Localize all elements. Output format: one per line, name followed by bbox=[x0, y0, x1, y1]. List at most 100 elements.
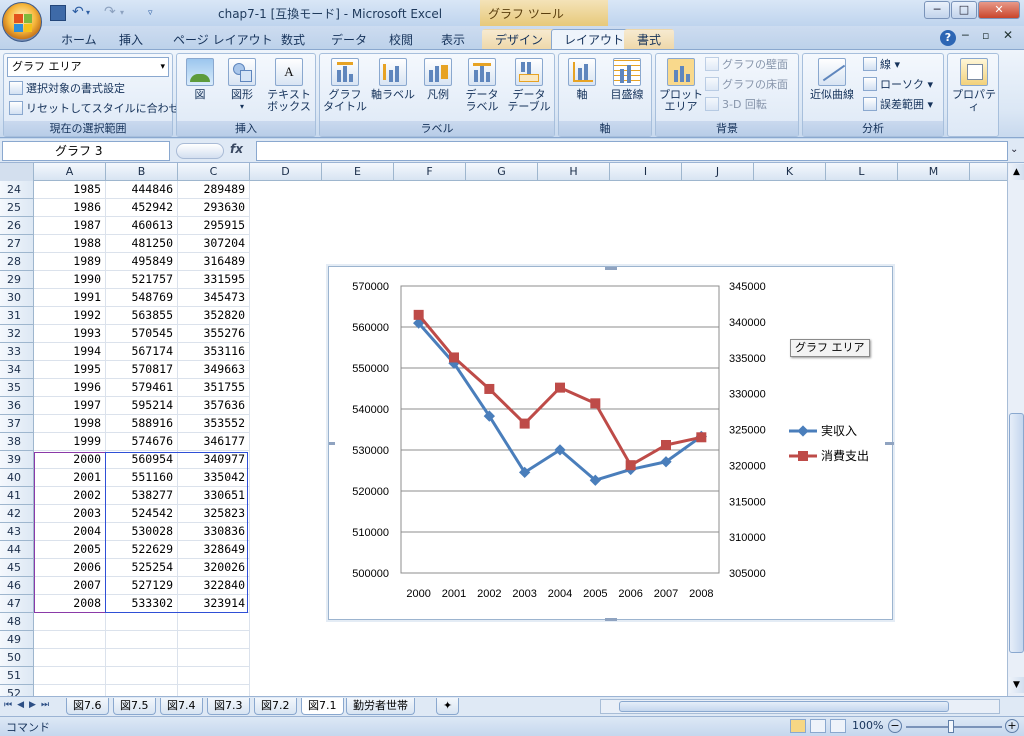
name-box[interactable]: グラフ 3 bbox=[2, 141, 170, 161]
cell-c[interactable]: 352820 bbox=[178, 307, 250, 325]
row-header[interactable]: 36 bbox=[0, 397, 34, 415]
office-button[interactable] bbox=[2, 2, 42, 42]
tab-formulas[interactable]: 数式 bbox=[268, 29, 318, 50]
cell-c[interactable]: 353552 bbox=[178, 415, 250, 433]
axis-titles-button[interactable]: 軸ラベル bbox=[370, 58, 416, 101]
scroll-thumb[interactable] bbox=[1009, 413, 1024, 653]
cell-a[interactable]: 1999 bbox=[34, 433, 106, 451]
row-header[interactable]: 45 bbox=[0, 559, 34, 577]
cell-a[interactable]: 1994 bbox=[34, 343, 106, 361]
row-header[interactable]: 42 bbox=[0, 505, 34, 523]
cell-b[interactable] bbox=[106, 631, 178, 649]
customize-qat-icon[interactable]: ▿ bbox=[148, 5, 164, 21]
row-header[interactable]: 30 bbox=[0, 289, 34, 307]
cell-b[interactable] bbox=[106, 649, 178, 667]
sheet-nav-icons[interactable]: ⏮◀▶⏭ bbox=[4, 700, 54, 710]
cell-a[interactable] bbox=[34, 685, 106, 696]
tab-home[interactable]: ホーム bbox=[48, 29, 110, 50]
column-header[interactable]: D bbox=[250, 163, 322, 181]
lines-button[interactable]: 線 ▾ bbox=[863, 56, 900, 74]
textbox-button[interactable]: A テキスト ボックス bbox=[265, 58, 313, 113]
row-header[interactable]: 28 bbox=[0, 253, 34, 271]
cell-c[interactable]: 346177 bbox=[178, 433, 250, 451]
workbook-close-icon[interactable]: ✕ bbox=[1003, 28, 1013, 42]
cell-b[interactable] bbox=[106, 685, 178, 696]
cell-a[interactable]: 1998 bbox=[34, 415, 106, 433]
cell-b[interactable]: 588916 bbox=[106, 415, 178, 433]
format-selection-button[interactable]: 選択対象の書式設定 bbox=[9, 80, 125, 98]
cell-c[interactable] bbox=[178, 649, 250, 667]
column-header[interactable]: H bbox=[538, 163, 610, 181]
axes-button[interactable]: 軸 bbox=[563, 58, 601, 101]
row-header[interactable]: 24 bbox=[0, 181, 34, 199]
cell-a[interactable]: 1991 bbox=[34, 289, 106, 307]
cell-b[interactable]: 460613 bbox=[106, 217, 178, 235]
row-header[interactable]: 49 bbox=[0, 631, 34, 649]
cell-c[interactable]: 293630 bbox=[178, 199, 250, 217]
cell-b[interactable]: 563855 bbox=[106, 307, 178, 325]
zoom-out-icon[interactable]: − bbox=[888, 719, 902, 733]
cell-c[interactable] bbox=[178, 631, 250, 649]
column-header[interactable]: F bbox=[394, 163, 466, 181]
row-header[interactable]: 44 bbox=[0, 541, 34, 559]
cell-a[interactable]: 1987 bbox=[34, 217, 106, 235]
data-table-button[interactable]: データ テーブル bbox=[506, 58, 552, 113]
gridlines-button[interactable]: 目盛線 bbox=[605, 58, 649, 101]
row-header[interactable]: 34 bbox=[0, 361, 34, 379]
redo-icon[interactable]: ↷ bbox=[104, 5, 120, 21]
cell-b[interactable]: 570545 bbox=[106, 325, 178, 343]
cell-c[interactable]: 351755 bbox=[178, 379, 250, 397]
cell-a[interactable]: 1993 bbox=[34, 325, 106, 343]
3d-rotation-button[interactable]: 3-D 回転 bbox=[705, 96, 767, 114]
chart-element-dropdown[interactable]: グラフ エリア ▾ bbox=[7, 57, 169, 77]
tab-data[interactable]: データ bbox=[318, 29, 380, 50]
save-icon[interactable] bbox=[50, 5, 66, 21]
scroll-down-icon[interactable]: ▼ bbox=[1009, 677, 1024, 693]
sheet-tab[interactable]: 図7.4 bbox=[160, 698, 203, 715]
zoom-slider-thumb[interactable] bbox=[948, 720, 954, 733]
column-header[interactable]: M bbox=[898, 163, 970, 181]
cell-b[interactable] bbox=[106, 667, 178, 685]
horizontal-scrollbar[interactable] bbox=[600, 699, 1000, 714]
cell-c[interactable]: 345473 bbox=[178, 289, 250, 307]
row-header[interactable]: 35 bbox=[0, 379, 34, 397]
insert-sheet-icon[interactable]: ✦ bbox=[436, 698, 460, 715]
sheet-tab[interactable]: 勤労者世帯 bbox=[346, 698, 415, 715]
row-header[interactable]: 52 bbox=[0, 685, 34, 696]
minimize-button[interactable]: ─ bbox=[924, 1, 950, 19]
zoom-slider[interactable] bbox=[906, 726, 1002, 728]
row-header[interactable]: 33 bbox=[0, 343, 34, 361]
row-header[interactable]: 29 bbox=[0, 271, 34, 289]
updown-bars-button[interactable]: ローソク ▾ bbox=[863, 76, 933, 94]
cell-b[interactable]: 444846 bbox=[106, 181, 178, 199]
zoom-in-icon[interactable]: + bbox=[1005, 719, 1019, 733]
sheet-tab[interactable]: 図7.1 bbox=[301, 698, 344, 715]
normal-view-icon[interactable] bbox=[790, 719, 806, 733]
data-labels-button[interactable]: データ ラベル bbox=[460, 58, 504, 113]
page-break-view-icon[interactable] bbox=[830, 719, 846, 733]
select-all-button[interactable] bbox=[0, 163, 34, 181]
cell-a[interactable]: 1997 bbox=[34, 397, 106, 415]
row-header[interactable]: 25 bbox=[0, 199, 34, 217]
cell-b[interactable]: 579461 bbox=[106, 379, 178, 397]
cell-c[interactable] bbox=[178, 613, 250, 631]
cell-a[interactable]: 1986 bbox=[34, 199, 106, 217]
restore-button[interactable]: □ bbox=[951, 1, 977, 19]
chart-title-button[interactable]: グラフ タイトル bbox=[322, 58, 368, 113]
cell-c[interactable]: 355276 bbox=[178, 325, 250, 343]
ribbon-minimize-icon[interactable]: ─ bbox=[962, 29, 969, 42]
cell-b[interactable]: 567174 bbox=[106, 343, 178, 361]
cell-a[interactable] bbox=[34, 649, 106, 667]
cell-c[interactable] bbox=[178, 667, 250, 685]
cell-c[interactable]: 349663 bbox=[178, 361, 250, 379]
column-header[interactable]: I bbox=[610, 163, 682, 181]
sheet-tab[interactable]: 図7.3 bbox=[207, 698, 250, 715]
cell-a[interactable]: 1996 bbox=[34, 379, 106, 397]
workbook-restore-icon[interactable]: ▫ bbox=[982, 29, 989, 42]
cell-c[interactable]: 357636 bbox=[178, 397, 250, 415]
cell-c[interactable] bbox=[178, 685, 250, 696]
cell-c[interactable]: 295915 bbox=[178, 217, 250, 235]
tab-insert[interactable]: 挿入 bbox=[106, 29, 156, 50]
picture-button[interactable]: 図 bbox=[181, 58, 219, 101]
column-header[interactable]: B bbox=[106, 163, 178, 181]
